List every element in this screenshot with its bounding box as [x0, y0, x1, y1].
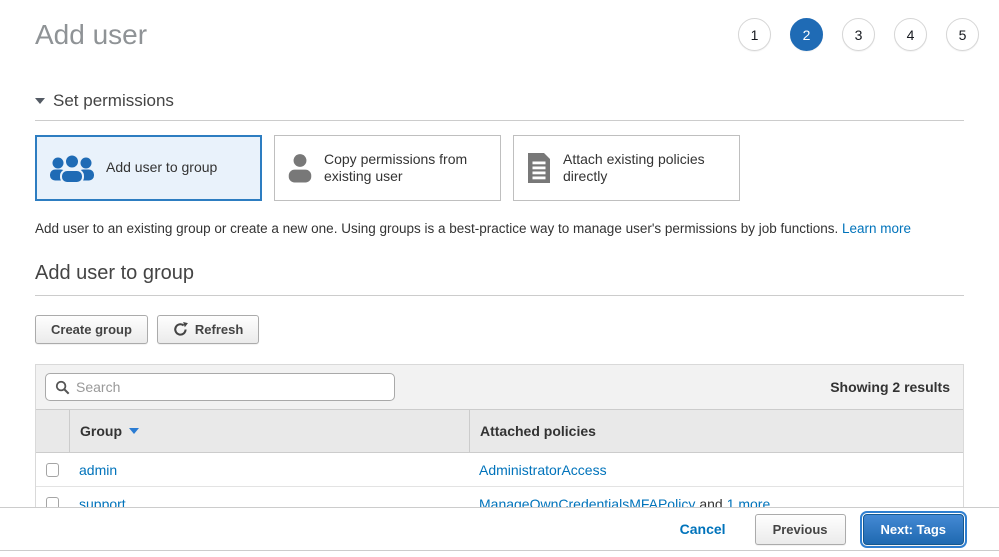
page-header: Add user 1 2 3 4 5 — [0, 0, 999, 51]
card-copy-permissions[interactable]: Copy permissions from existing user — [274, 135, 501, 201]
policy-link[interactable]: AdministratorAccess — [479, 462, 607, 478]
groups-table: Showing 2 results Group Attached policie… — [35, 364, 964, 522]
refresh-button[interactable]: Refresh — [157, 315, 259, 344]
step-indicator-3: 3 — [842, 18, 875, 51]
description-text: Add user to an existing group or create … — [35, 221, 838, 236]
card-add-user-to-group[interactable]: Add user to group — [35, 135, 262, 201]
column-header-attached-policies: Attached policies — [469, 410, 963, 452]
cancel-link[interactable]: Cancel — [680, 521, 726, 537]
learn-more-link[interactable]: Learn more — [842, 221, 911, 236]
card-label: Attach existing policies directly — [563, 151, 727, 186]
section-title: Set permissions — [53, 91, 174, 111]
step-indicator-2-active: 2 — [790, 18, 823, 51]
table-row-admin: admin AdministratorAccess — [36, 453, 963, 487]
refresh-label: Refresh — [195, 322, 243, 337]
set-permissions-header[interactable]: Set permissions — [35, 91, 964, 121]
step-indicator-5: 5 — [946, 18, 979, 51]
search-box[interactable] — [45, 373, 395, 401]
column-header-group[interactable]: Group — [69, 410, 469, 452]
group-section-title: Add user to group — [35, 262, 964, 296]
create-group-label: Create group — [51, 322, 132, 337]
collapse-triangle-icon — [35, 98, 45, 104]
table-header-row: Group Attached policies — [36, 409, 963, 453]
next-label: Next: Tags — [881, 522, 947, 537]
wizard-steps: 1 2 3 4 5 — [738, 18, 979, 51]
permissions-description: Add user to an existing group or create … — [35, 221, 964, 236]
row-checkbox-admin[interactable] — [46, 463, 59, 477]
header-checkbox-cell — [36, 410, 69, 452]
card-label: Copy permissions from existing user — [324, 151, 488, 186]
next-tags-button[interactable]: Next: Tags — [863, 514, 965, 545]
group-link-admin[interactable]: admin — [79, 462, 117, 478]
permission-option-cards: Add user to group Copy permissions from … — [35, 135, 964, 201]
step-indicator-4: 4 — [894, 18, 927, 51]
document-icon — [526, 152, 552, 184]
group-icon — [49, 152, 95, 184]
table-toolbar: Showing 2 results — [36, 365, 963, 409]
previous-button[interactable]: Previous — [755, 514, 846, 545]
card-label: Add user to group — [106, 159, 217, 177]
search-input[interactable] — [76, 379, 385, 395]
user-icon — [287, 153, 313, 183]
page-title: Add user — [35, 19, 147, 51]
refresh-icon — [173, 322, 188, 337]
previous-label: Previous — [773, 522, 828, 537]
step-indicator-1: 1 — [738, 18, 771, 51]
sort-desc-icon — [129, 428, 139, 434]
group-toolbar: Create group Refresh — [35, 315, 964, 344]
results-count: Showing 2 results — [830, 379, 954, 395]
create-group-button[interactable]: Create group — [35, 315, 148, 344]
group-column-label: Group — [80, 423, 122, 439]
wizard-footer: Cancel Previous Next: Tags — [0, 507, 999, 551]
attached-policies-column-label: Attached policies — [480, 423, 596, 439]
search-icon — [55, 380, 70, 395]
card-attach-policies[interactable]: Attach existing policies directly — [513, 135, 740, 201]
